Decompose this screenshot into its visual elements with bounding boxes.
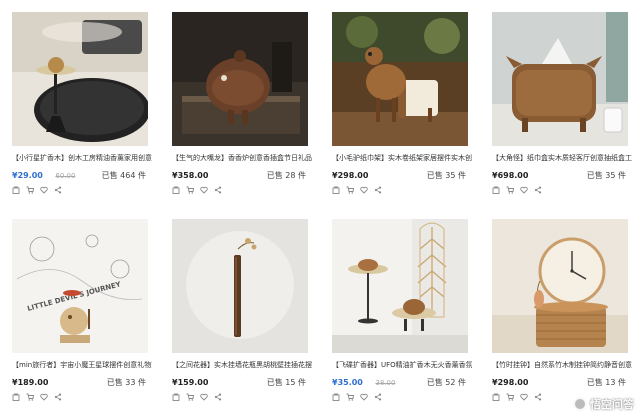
product-image[interactable] [172,219,308,353]
bag-icon[interactable] [12,393,20,401]
product-title[interactable]: 【小行星扩香木】创木工房精油香薰家用创意 [12,153,152,163]
price-row: ¥698.00 已售 35 件 [492,170,628,182]
product-price: ¥298.00 [332,171,369,180]
product-title[interactable]: 【飞碟扩香器】UFO精油扩香木无火香薰香氛 [332,360,472,370]
product-title[interactable]: 【min旅行者】宇宙小魔王星球摆件创意礼物家 [12,360,152,370]
bag-icon[interactable] [12,186,20,194]
product-image[interactable] [172,12,308,146]
heart-icon[interactable] [40,393,48,401]
share-icon[interactable] [214,393,222,401]
cart-icon[interactable] [26,393,34,401]
product-price: ¥189.00 [12,378,49,387]
product-image[interactable]: LITTLE DEVIL'S JOURNEY [12,219,148,353]
product-card[interactable]: 【大角怪】纸巾盒实木质轻客厅创意抽纸盒工艺 ¥698.00 已售 35 件 [480,0,640,207]
heart-icon[interactable] [360,393,368,401]
share-icon[interactable] [374,186,382,194]
product-image[interactable] [332,219,468,353]
cart-icon[interactable] [346,393,354,401]
price-row: ¥35.00 38.00 已售 52 件 [332,377,468,389]
sold-count: 已售 35 件 [426,171,466,180]
product-image[interactable] [492,12,628,146]
share-icon[interactable] [54,186,62,194]
share-icon[interactable] [54,393,62,401]
heart-icon[interactable] [520,186,528,194]
price-row: ¥189.00 已售 33 件 [12,377,148,389]
action-icons [492,186,542,196]
bag-icon[interactable] [172,393,180,401]
watermark: 悟空问答 [573,396,634,412]
heart-icon[interactable] [360,186,368,194]
product-card[interactable]: 【之间花器】实木挂墙花瓶黑胡桃壁挂插花摆 ¥159.00 已售 15 件 [160,207,320,414]
price-row: ¥298.00 已售 13 件 [492,377,628,389]
product-price: ¥698.00 [492,171,529,180]
cart-icon[interactable] [506,186,514,194]
product-grid: 【小行星扩香木】创木工房精油香薰家用创意 ¥29.00 60.00 已售 464… [0,0,640,415]
sold-count: 已售 35 件 [586,171,626,180]
product-title[interactable]: 【之间花器】实木挂墙花瓶黑胡桃壁挂插花摆 [172,360,312,370]
action-icons [332,393,382,403]
heart-icon[interactable] [520,393,528,401]
product-image[interactable] [332,12,468,146]
sold-count: 已售 15 件 [266,378,306,387]
price-row: ¥159.00 已售 15 件 [172,377,308,389]
product-image[interactable] [12,12,148,146]
product-card[interactable]: LITTLE DEVIL'S JOURNEY 【min旅行者】宇宙小魔王星球摆件… [0,207,160,414]
share-icon[interactable] [214,186,222,194]
sold-count: 已售 33 件 [106,378,146,387]
cart-icon[interactable] [186,186,194,194]
bag-icon[interactable] [492,186,500,194]
cart-icon[interactable] [346,186,354,194]
action-icons [492,393,542,403]
product-price: ¥159.00 [172,378,209,387]
product-price: ¥35.00 [332,378,363,387]
action-icons [332,186,382,196]
bag-icon[interactable] [332,186,340,194]
price-row: ¥298.00 已售 35 件 [332,170,468,182]
original-price: 60.00 [55,172,76,180]
product-card[interactable]: 【小毛驴纸巾架】实木卷纸架家居摆件实木创意 ¥298.00 已售 35 件 [320,0,480,207]
wukong-logo-icon [573,397,587,411]
heart-icon[interactable] [40,186,48,194]
share-icon[interactable] [374,393,382,401]
product-price: ¥298.00 [492,378,529,387]
bag-icon[interactable] [172,186,180,194]
original-price: 38.00 [375,379,396,387]
product-card[interactable]: 【飞碟扩香器】UFO精油扩香木无火香薰香氛 ¥35.00 38.00 已售 52… [320,207,480,414]
cart-icon[interactable] [186,393,194,401]
product-price: ¥29.00 [12,171,43,180]
product-title[interactable]: 【竹时挂钟】自然系竹木制挂钟简约静音创意 [492,360,632,370]
bag-icon[interactable] [332,393,340,401]
product-card[interactable]: 【竹时挂钟】自然系竹木制挂钟简约静音创意 ¥298.00 已售 13 件 [480,207,640,414]
bag-icon[interactable] [492,393,500,401]
cart-icon[interactable] [26,186,34,194]
product-title[interactable]: 【小毛驴纸巾架】实木卷纸架家居摆件实木创意 [332,153,472,163]
action-icons [12,393,62,403]
action-icons [172,186,222,196]
product-title[interactable]: 【大角怪】纸巾盒实木质轻客厅创意抽纸盒工艺 [492,153,632,163]
sold-count: 已售 464 件 [101,171,146,180]
price-row: ¥29.00 60.00 已售 464 件 [12,170,148,182]
watermark-text: 悟空问答 [590,398,634,411]
sold-count: 已售 28 件 [266,171,306,180]
product-card[interactable]: 【小行星扩香木】创木工房精油香薰家用创意 ¥29.00 60.00 已售 464… [0,0,160,207]
share-icon[interactable] [534,186,542,194]
product-card[interactable]: 【生气的大嘴龙】香香炉创意香插盒节日礼品 ¥358.00 已售 28 件 [160,0,320,207]
sold-count: 已售 52 件 [426,378,466,387]
product-image[interactable] [492,219,628,353]
cart-icon[interactable] [506,393,514,401]
price-row: ¥358.00 已售 28 件 [172,170,308,182]
product-title[interactable]: 【生气的大嘴龙】香香炉创意香插盒节日礼品 [172,153,312,163]
heart-icon[interactable] [200,393,208,401]
share-icon[interactable] [534,393,542,401]
action-icons [12,186,62,196]
sold-count: 已售 13 件 [586,378,626,387]
heart-icon[interactable] [200,186,208,194]
product-price: ¥358.00 [172,171,209,180]
action-icons [172,393,222,403]
